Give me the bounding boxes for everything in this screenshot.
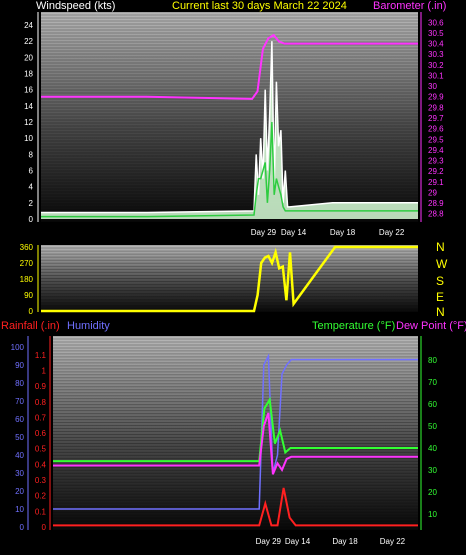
rainfall-tick-label: 0.3 [35, 476, 47, 485]
x-tick-label: Day 18 [332, 537, 358, 546]
windspeed-tick-label: 20 [24, 53, 33, 62]
windspeed-tick-label: 18 [24, 70, 33, 79]
windspeed-tick-label: 22 [24, 37, 33, 46]
rainfall-tick-label: 0 [42, 523, 47, 532]
temperature-tick-label: 70 [428, 378, 437, 387]
x-tick-label: Day 18 [330, 228, 356, 237]
humidity-tick-label: 40 [15, 451, 24, 460]
rainfall-tick-label: 0.6 [35, 429, 47, 438]
temperature-tick-label: 20 [428, 488, 437, 497]
barometer-tick-label: 29.7 [428, 114, 444, 123]
direction-tick-label: 0 [29, 307, 34, 316]
barometer-tick-label: 30.2 [428, 61, 444, 70]
barometer-tick-label: 30.1 [428, 71, 444, 80]
wind-direction-chart: 0 90 180 270 360 [20, 243, 418, 316]
temperature-tick-label: 80 [428, 356, 437, 365]
rainfall-tick-label: 0.8 [35, 398, 47, 407]
windspeed-tick-label: 10 [24, 134, 33, 143]
temperature-tick-label: 50 [428, 422, 437, 431]
x-tick-label: Day 22 [380, 537, 406, 546]
barometer-tick-label: 29.1 [428, 178, 444, 187]
barometer-tick-label: 30.3 [428, 50, 444, 59]
windspeed-tick-label: 4 [29, 183, 34, 192]
rainfall-tick-label: 0.1 [35, 507, 47, 516]
temperature-tick-label: 30 [428, 466, 437, 475]
x-tick-label: Day 29 [251, 228, 277, 237]
barometer-tick-label: 29.2 [428, 167, 444, 176]
x-tick-label: Day 14 [281, 228, 307, 237]
barometer-tick-label: 28.9 [428, 199, 444, 208]
weather-charts: 02468101214161820222428.828.92929.129.22… [11, 11, 444, 546]
rainfall-tick-label: 0.7 [35, 413, 47, 422]
windspeed-tick-label: 8 [29, 150, 34, 159]
rainfall-tick-label: 0.4 [35, 460, 47, 469]
barometer-tick-label: 30 [428, 82, 437, 91]
humidity-tick-label: 10 [15, 505, 24, 514]
humidity-tick-label: 60 [15, 415, 24, 424]
direction-tick-label: 180 [20, 275, 34, 284]
windspeed-tick-label: 14 [24, 102, 33, 111]
windspeed-tick-label: 24 [24, 21, 33, 30]
rain-humidity-temperature-chart: 0 10 20 30 40 50 60 70 80 90 100 0 0.1 0.2 0.3 0.4 0.5 0.… [11, 335, 437, 546]
windspeed-tick-label: 12 [24, 118, 33, 127]
humidity-tick-label: 70 [15, 397, 24, 406]
direction-tick-label: 360 [20, 243, 34, 252]
barometer-tick-label: 30.5 [428, 29, 444, 38]
barometer-tick-label: 30.4 [428, 40, 444, 49]
barometer-tick-label: 30.6 [428, 18, 444, 27]
windspeed-tick-label: 2 [29, 199, 34, 208]
wind-barometer-chart: 02468101214161820222428.828.92929.129.22… [24, 11, 444, 237]
barometer-tick-label: 29.6 [428, 125, 444, 134]
rainfall-tick-label: 1.1 [35, 351, 47, 360]
x-tick-label: Day 22 [379, 228, 405, 237]
temperature-tick-label: 10 [428, 510, 437, 519]
x-tick-label: Day 14 [285, 537, 311, 546]
temperature-tick-label: 40 [428, 444, 437, 453]
temperature-tick-label: 60 [428, 400, 437, 409]
barometer-tick-label: 29 [428, 188, 437, 197]
direction-tick-label: 90 [24, 291, 33, 300]
barometer-tick-label: 29.3 [428, 157, 444, 166]
barometer-tick-label: 28.8 [428, 210, 444, 219]
rainfall-tick-label: 1 [42, 366, 47, 375]
rainfall-tick-label: 0.2 [35, 492, 47, 501]
barometer-tick-label: 29.8 [428, 103, 444, 112]
windspeed-tick-label: 16 [24, 86, 33, 95]
humidity-tick-label: 50 [15, 433, 24, 442]
direction-tick-label: 270 [20, 259, 34, 268]
humidity-tick-label: 100 [11, 343, 25, 352]
rainfall-tick-label: 0.9 [35, 382, 47, 391]
humidity-tick-label: 0 [20, 523, 25, 532]
climate-panel-background [53, 336, 418, 530]
humidity-tick-label: 80 [15, 379, 24, 388]
humidity-tick-label: 90 [15, 361, 24, 370]
rainfall-tick-label: 0.5 [35, 445, 47, 454]
barometer-tick-label: 29.5 [428, 135, 444, 144]
windspeed-tick-label: 6 [29, 167, 34, 176]
barometer-tick-label: 29.9 [428, 93, 444, 102]
barometer-tick-label: 29.4 [428, 146, 444, 155]
windspeed-tick-label: 0 [29, 215, 34, 224]
humidity-tick-label: 30 [15, 469, 24, 478]
x-tick-label: Day 29 [256, 537, 282, 546]
humidity-tick-label: 20 [15, 487, 24, 496]
